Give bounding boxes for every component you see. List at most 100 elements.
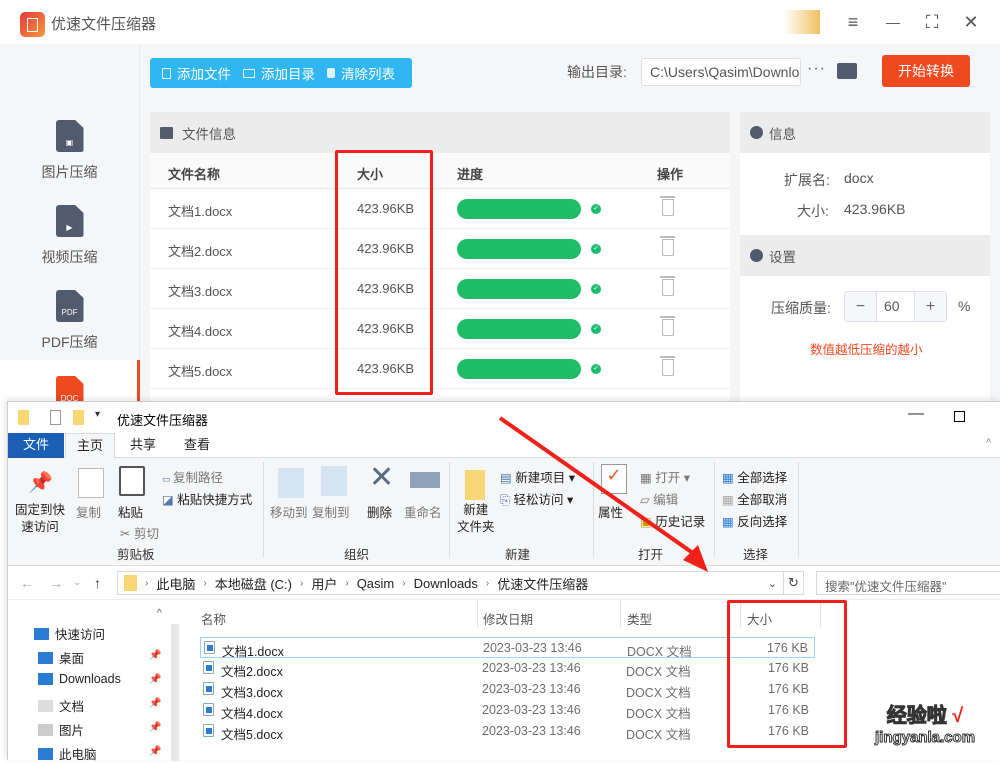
delete-icon[interactable] xyxy=(660,316,675,336)
quality-input[interactable]: 60 xyxy=(876,292,915,321)
new-folder-icon xyxy=(465,470,485,500)
col-type-header[interactable]: 类型 xyxy=(627,609,652,628)
edit-button[interactable]: ▱ 编辑 xyxy=(640,489,678,508)
breadcrumb-this-pc[interactable]: 此电脑 xyxy=(156,574,195,593)
table-row[interactable]: 文档2.docx 423.96KB ✓ xyxy=(150,229,730,269)
quality-stepper: − 60 + xyxy=(844,291,947,322)
fullscreen-icon[interactable]: ⛶ xyxy=(920,10,944,34)
select-all-button[interactable]: ▦ 全部选择 xyxy=(722,467,787,486)
word-doc-icon xyxy=(203,682,214,695)
tab-share[interactable]: 共享 xyxy=(120,433,166,458)
properties-button[interactable]: 属性 xyxy=(598,502,623,521)
back-button[interactable]: ← xyxy=(20,575,34,591)
open-folder-icon[interactable] xyxy=(837,63,857,79)
nav-item[interactable]: 文档 xyxy=(38,696,84,715)
list-item[interactable]: 文档4.docx 2023-03-23 13:46 DOCX 文档 176 KB xyxy=(200,700,815,721)
move-to-button[interactable]: 移动到 xyxy=(270,502,308,521)
maximize-icon[interactable] xyxy=(954,411,965,422)
search-input[interactable]: 搜索"优速文件压缩器" xyxy=(816,571,1000,595)
file-type: DOCX 文档 xyxy=(626,728,691,742)
star-icon xyxy=(34,627,49,640)
output-dir-input[interactable]: C:\Users\Qasim\Downloads xyxy=(641,58,801,86)
menu-icon[interactable]: ≡ xyxy=(841,10,865,34)
easy-access-button[interactable]: ⎘ 轻松访问 ▾ xyxy=(500,489,573,508)
address-bar[interactable]: › 此电脑 › 本地磁盘 (C:) › 用户 › Qasim › Downloa… xyxy=(117,571,784,595)
col-modified-header[interactable]: 修改日期 xyxy=(483,609,533,628)
check-circle-icon: ✓ xyxy=(591,204,601,214)
tab-file[interactable]: 文件 xyxy=(8,433,64,458)
list-item[interactable]: 文档3.docx 2023-03-23 13:46 DOCX 文档 176 KB xyxy=(200,679,815,700)
table-row[interactable]: 文档5.docx 423.96KB ✓ xyxy=(150,349,730,389)
add-folder-button[interactable]: 添加目录 xyxy=(243,63,315,83)
list-item[interactable]: 文档2.docx 2023-03-23 13:46 DOCX 文档 176 KB xyxy=(200,658,815,679)
minimize-icon[interactable]: — xyxy=(881,10,905,34)
new-folder-icon[interactable] xyxy=(73,410,84,425)
recent-locations-button[interactable]: ⌄ xyxy=(73,577,81,588)
breadcrumb-users[interactable]: 用户 xyxy=(311,574,337,593)
info-panel: 信息 扩展名: docx 大小: 423.96KB 设置 压缩质量: − 60 … xyxy=(740,112,990,412)
delete-icon[interactable] xyxy=(660,276,675,296)
add-file-button[interactable]: 添加文件 xyxy=(162,63,231,83)
paste-shortcut-button[interactable]: ◪ 粘贴快捷方式 xyxy=(162,489,252,508)
delete-icon[interactable] xyxy=(660,196,675,216)
copy-button[interactable]: 复制 xyxy=(76,502,101,521)
table-row[interactable]: 文档4.docx 423.96KB ✓ xyxy=(150,309,730,349)
sidebar-item-image-compress[interactable]: ▣ 图片压缩 xyxy=(0,120,139,182)
select-none-button[interactable]: ▦ 全部取消 xyxy=(722,489,787,508)
paste-button[interactable]: 粘贴 xyxy=(118,502,143,521)
refresh-icon[interactable]: ↻ xyxy=(784,571,804,595)
invert-selection-button[interactable]: ▦ 反向选择 xyxy=(722,511,787,530)
tab-home[interactable]: 主页 xyxy=(65,433,115,459)
forward-button[interactable]: → xyxy=(49,575,63,591)
address-dropdown-icon[interactable]: ⌄ xyxy=(768,577,777,590)
rename-button[interactable]: 重命名 xyxy=(404,502,442,521)
delete-icon[interactable] xyxy=(660,356,675,376)
sidebar-item-video-compress[interactable]: ▶ 视频压缩 xyxy=(0,205,139,267)
video-file-icon: ▶ xyxy=(55,205,84,237)
nav-item[interactable]: 图片 xyxy=(38,720,84,739)
output-dir-label: 输出目录: xyxy=(567,64,627,80)
nav-item[interactable]: 此电脑 xyxy=(38,744,97,763)
nav-scrollbar[interactable] xyxy=(171,624,179,761)
open-button[interactable]: ▦ 打开 ▾ xyxy=(640,467,690,486)
nav-item[interactable]: Downloads xyxy=(38,672,121,686)
new-folder-button[interactable]: 新建 文件夹 xyxy=(457,502,495,536)
browse-more-button[interactable]: ··· xyxy=(807,60,826,78)
increment-button[interactable]: + xyxy=(915,292,946,321)
breadcrumb-downloads[interactable]: Downloads xyxy=(414,576,478,591)
copy-path-button[interactable]: ▭ 复制路径 xyxy=(162,467,223,486)
cut-button[interactable]: ✂ 剪切 xyxy=(120,523,159,542)
copy-to-button[interactable]: 复制到 xyxy=(312,502,350,521)
breadcrumb-local-disk[interactable]: 本地磁盘 (C:) xyxy=(215,574,292,593)
select-none-icon: ▦ xyxy=(722,493,738,507)
col-name-header[interactable]: 名称 xyxy=(201,609,226,628)
table-row[interactable]: 文档3.docx 423.96KB ✓ xyxy=(150,269,730,309)
start-convert-button[interactable]: 开始转换 xyxy=(882,55,970,87)
file-modified: 2023-03-23 13:46 xyxy=(483,641,582,655)
tab-view[interactable]: 查看 xyxy=(174,433,220,458)
history-button[interactable]: ▣ 历史记录 xyxy=(640,511,705,530)
pin-quick-access-button[interactable]: 固定到快 速访问 xyxy=(15,502,65,536)
breadcrumb-qasim[interactable]: Qasim xyxy=(357,576,395,591)
nav-item[interactable]: 快速访问 xyxy=(34,624,105,643)
table-row[interactable]: 文档1.docx 423.96KB ✓ xyxy=(150,189,730,229)
customize-dropdown-icon[interactable]: ▾ xyxy=(95,409,100,420)
delete-icon[interactable] xyxy=(660,236,675,256)
list-item[interactable]: 文档5.docx 2023-03-23 13:46 DOCX 文档 176 KB xyxy=(200,721,815,742)
close-icon[interactable]: ✕ xyxy=(959,10,983,34)
delete-button[interactable]: 删除 xyxy=(367,502,392,521)
scroll-up-icon[interactable]: ^ xyxy=(157,608,162,619)
properties-icon[interactable] xyxy=(50,410,61,425)
breadcrumb-current-folder[interactable]: 优速文件压缩器 xyxy=(497,574,588,593)
word-doc-icon xyxy=(203,661,214,674)
list-item[interactable]: 文档1.docx 2023-03-23 13:46 DOCX 文档 176 KB xyxy=(200,637,815,659)
collapse-ribbon-icon[interactable]: ^ xyxy=(986,437,991,449)
up-button[interactable]: ↑ xyxy=(94,575,101,591)
clear-list-button[interactable]: 清除列表 xyxy=(327,63,395,83)
minimize-icon[interactable]: — xyxy=(908,405,924,423)
decrement-button[interactable]: − xyxy=(845,292,876,321)
new-item-button[interactable]: ▤ 新建项目 ▾ xyxy=(500,467,575,486)
sidebar-item-pdf-compress[interactable]: PDF PDF压缩 xyxy=(0,290,139,352)
nav-item[interactable]: 桌面 xyxy=(38,648,84,667)
downloads-icon xyxy=(38,673,53,685)
